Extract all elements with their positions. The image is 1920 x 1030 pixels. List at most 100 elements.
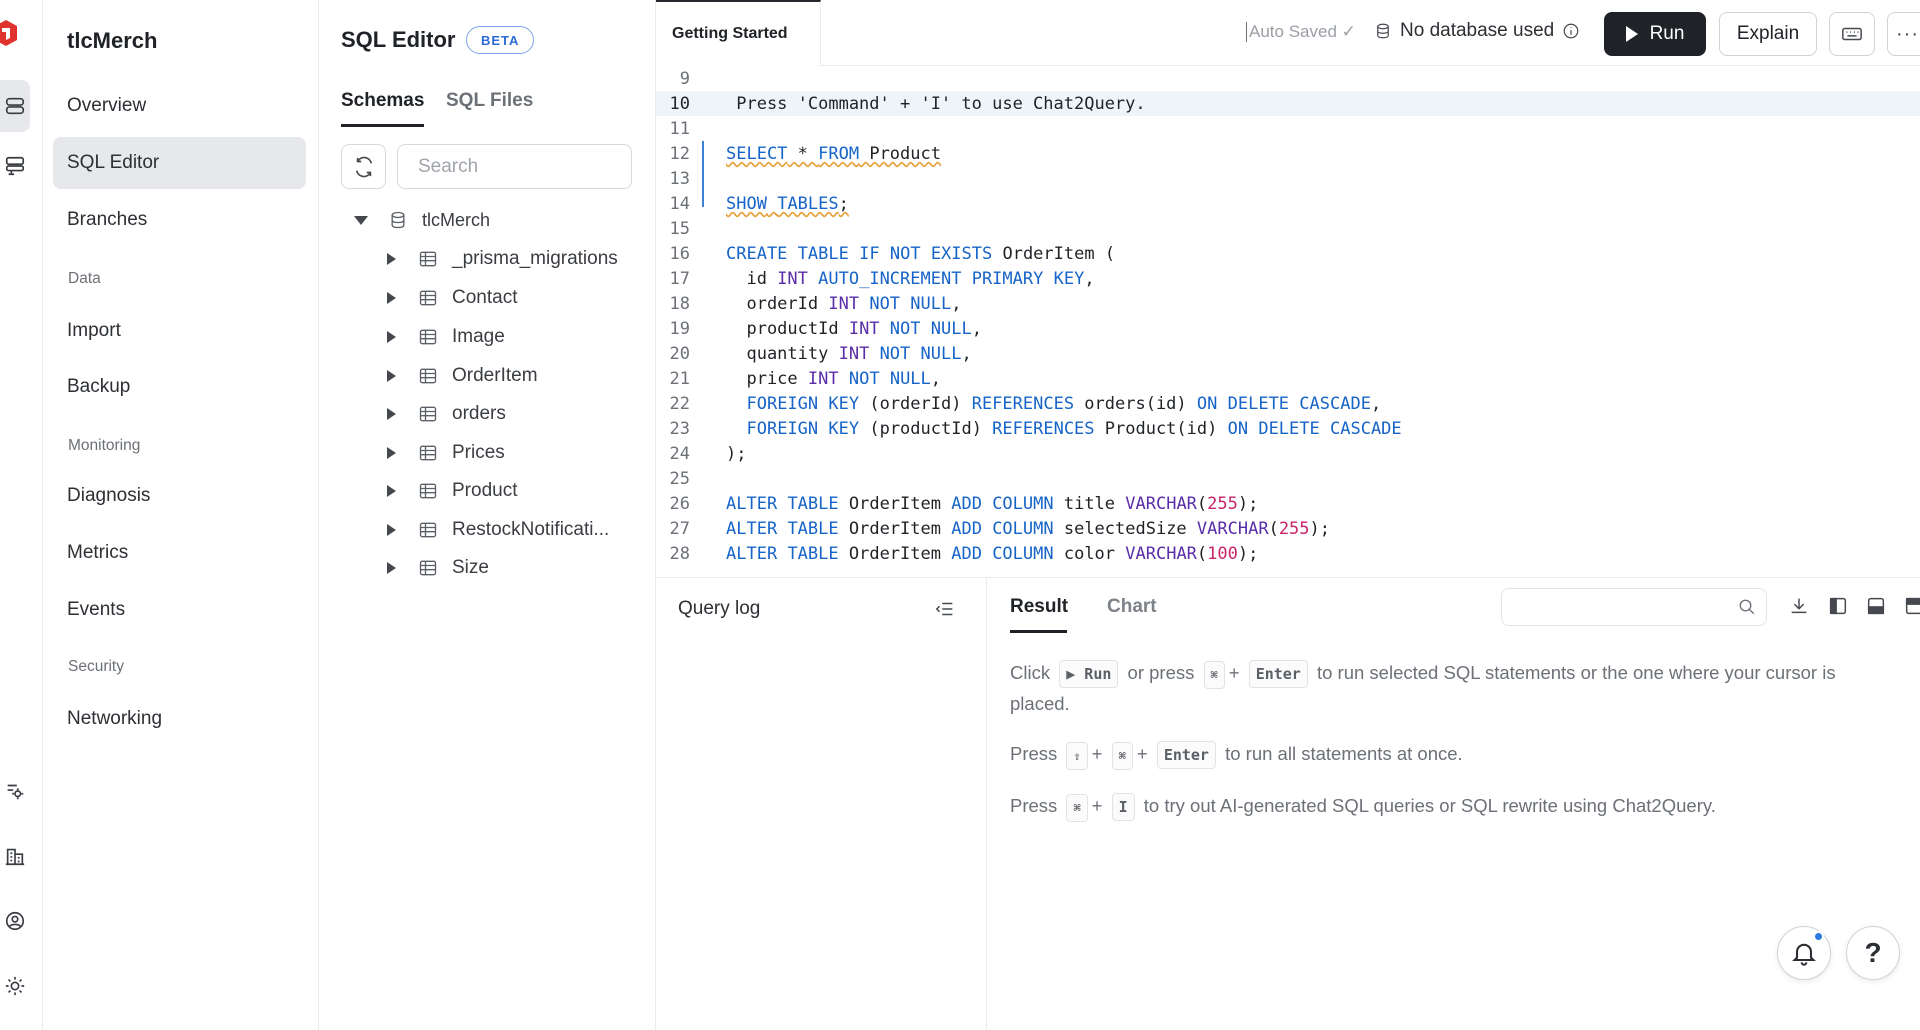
- result-search-input[interactable]: [1501, 588, 1767, 626]
- tree-table[interactable]: orders: [387, 399, 506, 429]
- nav-item-overview[interactable]: Overview: [53, 80, 306, 132]
- keyboard-icon: [1842, 27, 1862, 41]
- table-icon: [418, 558, 438, 578]
- chevron-right-icon[interactable]: [387, 408, 396, 420]
- code-line[interactable]: 28 ALTER TABLE OrderItem ADD COLUMN color…: [656, 541, 1456, 566]
- nav-item-import[interactable]: Import: [53, 305, 306, 357]
- nav-item-events[interactable]: Events: [53, 584, 306, 636]
- tree-table[interactable]: RestockNotificati...: [387, 515, 609, 545]
- nav-item-branches[interactable]: Branches: [53, 194, 306, 246]
- code-line[interactable]: 25: [656, 466, 1456, 491]
- line-number: 18: [669, 293, 690, 314]
- tab-schemas[interactable]: Schemas: [341, 90, 424, 112]
- nav-item-sql-editor[interactable]: SQL Editor: [53, 137, 306, 189]
- chevron-down-icon[interactable]: [354, 215, 368, 225]
- nav-item-backup[interactable]: Backup: [53, 361, 306, 413]
- run-key[interactable]: ▶ Run: [1059, 660, 1119, 688]
- code-line[interactable]: 26 ALTER TABLE OrderItem ADD COLUMN title…: [656, 491, 1456, 516]
- help-text: Press: [1010, 795, 1058, 816]
- cluster-icon[interactable]: [0, 140, 30, 192]
- tree-table[interactable]: OrderItem: [387, 361, 538, 391]
- code-line[interactable]: 11: [656, 116, 1456, 141]
- panel-title: SQL Editor: [341, 27, 456, 52]
- refresh-button[interactable]: [341, 144, 386, 189]
- query-log-title: Query log: [678, 598, 761, 619]
- code-line[interactable]: 18 orderId INT NOT NULL,: [656, 291, 1456, 316]
- info-icon[interactable]: [1562, 22, 1580, 40]
- tree-database[interactable]: tlcMerch: [354, 205, 490, 235]
- user-icon[interactable]: [0, 895, 30, 947]
- code-line[interactable]: 12 SELECT * FROM Product: [656, 141, 1456, 166]
- chevron-right-icon[interactable]: [387, 485, 396, 497]
- code-line[interactable]: 27 ALTER TABLE OrderItem ADD COLUMN selec…: [656, 516, 1456, 541]
- database-status[interactable]: No database used: [1374, 20, 1580, 42]
- nav-item-metrics[interactable]: Metrics: [53, 527, 306, 579]
- editor-toolbar: Getting Started Auto Saved ✓ No database…: [656, 0, 1920, 66]
- tab-chart[interactable]: Chart: [1107, 596, 1157, 618]
- schema-panel: SQL Editor BETA Schemas SQL Files tlcMer…: [319, 0, 656, 1030]
- collapse-icon[interactable]: [934, 598, 956, 620]
- code-line[interactable]: 22 FOREIGN KEY (orderId) REFERENCES orde…: [656, 391, 1456, 416]
- active-tab-underline: [341, 124, 424, 127]
- chevron-right-icon[interactable]: [387, 253, 396, 265]
- notifications-button[interactable]: [1777, 926, 1831, 980]
- run-button[interactable]: Run: [1604, 12, 1706, 56]
- nav-item-networking[interactable]: Networking: [53, 693, 306, 745]
- tree-database-label: tlcMerch: [422, 209, 491, 230]
- tab-sql-files[interactable]: SQL Files: [446, 90, 533, 112]
- code-line[interactable]: 24);: [656, 441, 1456, 466]
- chevron-right-icon[interactable]: [387, 370, 396, 382]
- database-status-label: No database used: [1400, 20, 1555, 41]
- tree-table[interactable]: Image: [387, 322, 505, 352]
- download-icon[interactable]: [1788, 595, 1810, 617]
- logo-icon[interactable]: [0, 18, 18, 48]
- help-text: to run all statements at once.: [1225, 743, 1463, 764]
- beta-badge: BETA: [466, 26, 535, 54]
- code-line[interactable]: 20 quantity INT NOT NULL,: [656, 341, 1456, 366]
- code-line[interactable]: 9: [656, 66, 1456, 91]
- settings-icon[interactable]: [0, 765, 30, 817]
- tree-table[interactable]: Prices: [387, 438, 505, 468]
- chevron-right-icon[interactable]: [387, 331, 396, 343]
- nav-sidebar: tlcMerch Overview SQL Editor Branches Da…: [43, 0, 319, 1030]
- code-editor[interactable]: 9 10 Press 'Command' + 'I' to use Chat2Q…: [656, 66, 1920, 578]
- explain-button[interactable]: Explain: [1719, 12, 1817, 56]
- tab-getting-started[interactable]: Getting Started: [656, 0, 821, 66]
- more-options-button[interactable]: ···: [1887, 12, 1920, 56]
- tab-result[interactable]: Result: [1010, 596, 1068, 618]
- chevron-right-icon[interactable]: [387, 447, 396, 459]
- chevron-right-icon[interactable]: [387, 562, 396, 574]
- sun-icon[interactable]: [0, 960, 30, 1012]
- tree-table[interactable]: _prisma_migrations: [387, 244, 618, 274]
- code-line[interactable]: 19 productId INT NOT NULL,: [656, 316, 1456, 341]
- code-line-current[interactable]: 10 Press 'Command' + 'I' to use Chat2Que…: [656, 91, 1920, 116]
- code-line[interactable]: 16 CREATE TABLE IF NOT EXISTS OrderItem (: [656, 241, 1456, 266]
- tree-table[interactable]: Size: [387, 553, 489, 583]
- chevron-right-icon[interactable]: [387, 292, 396, 304]
- table-icon: [418, 327, 438, 347]
- layout-top-icon[interactable]: [1903, 595, 1920, 617]
- tree-table[interactable]: Contact: [387, 283, 517, 313]
- code-line[interactable]: 17 id INT AUTO_INCREMENT PRIMARY KEY,: [656, 266, 1456, 291]
- code-line[interactable]: 14 SHOW TABLES;: [656, 191, 1456, 216]
- tree-table[interactable]: Product: [387, 476, 517, 506]
- schema-search-input[interactable]: [397, 144, 632, 189]
- layout-bottom-icon[interactable]: [1865, 595, 1887, 617]
- line-number: 21: [669, 368, 690, 389]
- building-icon[interactable]: [0, 830, 30, 882]
- layout-left-icon[interactable]: [1827, 595, 1849, 617]
- keyboard-shortcuts-button[interactable]: [1829, 12, 1875, 56]
- chevron-right-icon[interactable]: [387, 524, 396, 536]
- code-line[interactable]: 23 FOREIGN KEY (productId) REFERENCES Pr…: [656, 416, 1456, 441]
- code-line[interactable]: 15: [656, 216, 1456, 241]
- tree-table-label: OrderItem: [452, 365, 538, 386]
- nav-item-diagnosis[interactable]: Diagnosis: [53, 470, 306, 522]
- database-icon[interactable]: [0, 80, 30, 132]
- org-name[interactable]: tlcMerch: [67, 28, 157, 54]
- nav-section-monitoring: Monitoring: [68, 437, 141, 454]
- code-line[interactable]: 21 price INT NOT NULL,: [656, 366, 1456, 391]
- help-button[interactable]: ?: [1846, 926, 1900, 980]
- nav-section-security: Security: [68, 658, 124, 675]
- line-number: 11: [669, 118, 690, 139]
- code-line[interactable]: 13: [656, 166, 1456, 191]
